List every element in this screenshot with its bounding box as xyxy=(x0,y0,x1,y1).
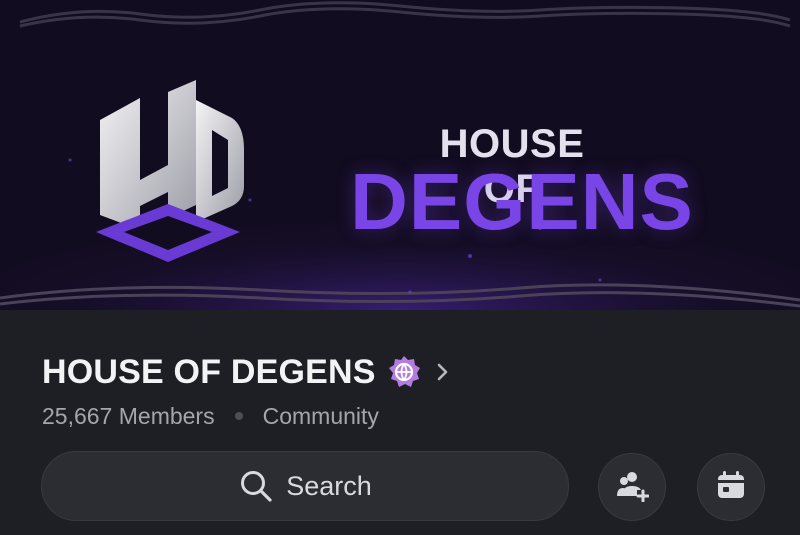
calendar-icon xyxy=(714,468,748,507)
events-button[interactable] xyxy=(697,453,765,521)
separator-dot xyxy=(234,412,243,420)
chevron-right-icon xyxy=(434,361,452,383)
server-type: Community xyxy=(262,402,379,429)
search-label: Search xyxy=(286,470,372,501)
invite-members-button[interactable] xyxy=(598,453,666,521)
server-header[interactable]: HOUSE OF DEGENS xyxy=(42,350,452,394)
banner-art xyxy=(0,0,800,310)
server-name: HOUSE OF DEGENS xyxy=(42,352,376,391)
banner-title-bottom: DEGENS xyxy=(350,157,694,246)
community-badge-icon xyxy=(386,354,422,390)
add-member-icon xyxy=(615,468,650,507)
member-count: 25,667 Members xyxy=(42,402,215,429)
search-icon xyxy=(238,468,274,504)
server-banner: HOUSE OF DEGENS xyxy=(0,0,800,310)
search-button[interactable]: Search xyxy=(41,451,569,521)
server-meta: 25,667 Members Community xyxy=(42,400,379,432)
